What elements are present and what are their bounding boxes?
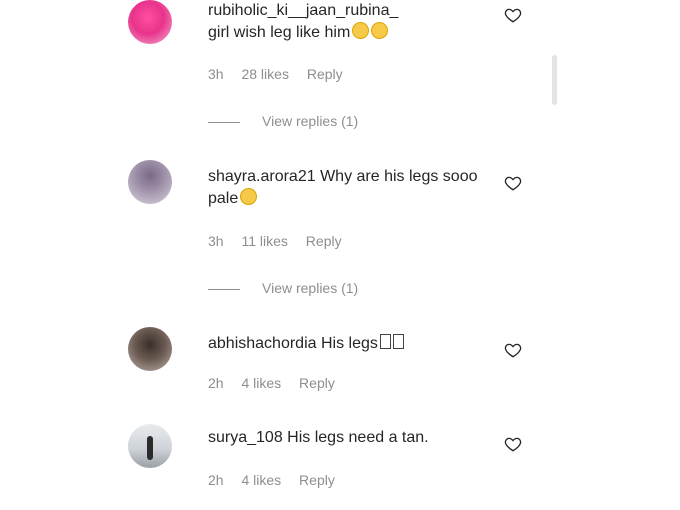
avatar[interactable]	[128, 160, 172, 204]
reply-button[interactable]: Reply	[307, 66, 343, 82]
comment-body: surya_108 His legs need a tan.	[208, 427, 498, 449]
comment-likes[interactable]: 4 likes	[241, 472, 281, 488]
avatar[interactable]	[128, 327, 172, 371]
comment-text: girl wish leg like him	[208, 24, 351, 41]
comment-text: His legs	[320, 335, 378, 352]
comments-panel: rubiholic_ki__jaan_rubina_ girl wish leg…	[120, 0, 560, 510]
comment-likes[interactable]: 11 likes	[241, 233, 287, 249]
divider	[208, 288, 240, 290]
heart-icon[interactable]	[504, 341, 522, 359]
comment-username[interactable]: shayra.arora21	[208, 168, 316, 185]
comment-text: His legs need a tan.	[287, 429, 429, 446]
laughing-face-emoji-icon	[371, 22, 389, 39]
scrollbar-thumb[interactable]	[552, 55, 557, 105]
view-replies[interactable]: View replies (1)	[208, 113, 358, 129]
heart-icon[interactable]	[504, 435, 522, 453]
comment-time: 2h	[208, 472, 224, 488]
missing-glyph-icon	[379, 334, 391, 349]
comment-meta: 3h 28 likes Reply	[208, 66, 357, 82]
comment-body: shayra.arora21 Why are his legs sooo pal…	[208, 166, 498, 210]
smiling-face-emoji-icon	[352, 22, 370, 39]
comment-username[interactable]: surya_108	[208, 429, 283, 446]
view-replies[interactable]: View replies (1)	[208, 280, 358, 296]
comment-body: abhishachordia His legs	[208, 333, 498, 355]
comment-username[interactable]: abhishachordia	[208, 335, 317, 352]
laughing-face-emoji-icon	[240, 188, 258, 205]
reply-button[interactable]: Reply	[299, 375, 335, 391]
comment-username[interactable]: rubiholic_ki__jaan_rubina_	[208, 2, 398, 19]
view-replies-label[interactable]: View replies (1)	[262, 113, 358, 129]
comment-time: 3h	[208, 66, 224, 82]
comment-meta: 2h 4 likes Reply	[208, 472, 349, 488]
comment-likes[interactable]: 28 likes	[241, 66, 288, 82]
missing-glyph-icon	[392, 334, 404, 349]
reply-button[interactable]: Reply	[306, 233, 342, 249]
avatar-figure	[147, 436, 153, 460]
comment-body: rubiholic_ki__jaan_rubina_ girl wish leg…	[208, 0, 498, 44]
heart-icon[interactable]	[504, 174, 522, 192]
view-replies-label[interactable]: View replies (1)	[262, 280, 358, 296]
comment-likes[interactable]: 4 likes	[241, 375, 281, 391]
comment-meta: 3h 11 likes Reply	[208, 233, 356, 249]
avatar[interactable]	[128, 424, 172, 468]
reply-button[interactable]: Reply	[299, 472, 335, 488]
comment-time: 2h	[208, 375, 224, 391]
avatar[interactable]	[128, 0, 172, 44]
divider	[208, 121, 240, 123]
comment-meta: 2h 4 likes Reply	[208, 375, 349, 391]
comment-time: 3h	[208, 233, 224, 249]
heart-icon[interactable]	[504, 6, 522, 24]
